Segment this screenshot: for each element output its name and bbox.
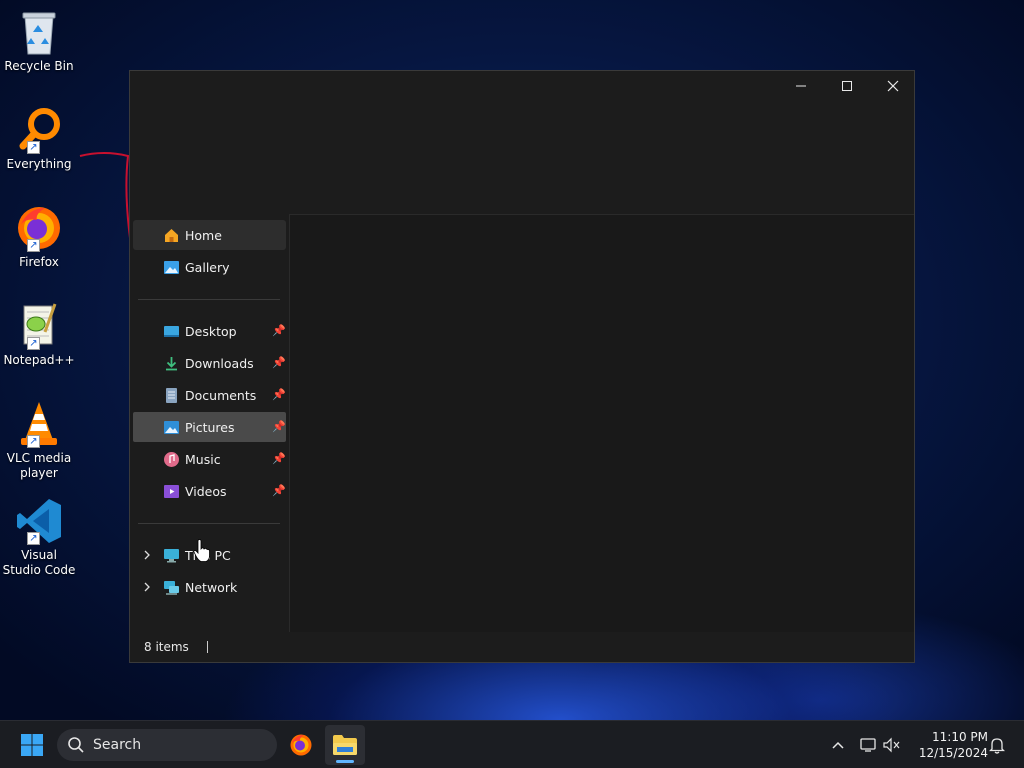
nav-item-documents[interactable]: Documents 📌	[133, 380, 286, 410]
bell-icon	[989, 738, 1005, 754]
close-button[interactable]	[870, 71, 916, 101]
desktop-folder-icon	[164, 326, 179, 337]
pin-icon[interactable]: 📌	[272, 324, 286, 338]
desktop-icon-recycle-bin[interactable]: Recycle Bin	[2, 8, 76, 74]
nav-separator	[138, 299, 280, 300]
file-explorer-window: Home Gallery Desktop 📌 Downloads 📌 Docum…	[129, 70, 915, 663]
desktop-icon-vscode[interactable]: ↗ Visual Studio Code	[2, 497, 76, 578]
desktop-icon-firefox[interactable]: ↗ Firefox	[2, 204, 76, 270]
shortcut-arrow-icon: ↗	[27, 337, 40, 350]
home-icon	[165, 229, 178, 242]
windows-logo-icon	[21, 734, 43, 756]
document-icon	[166, 388, 177, 403]
taskbar: Search 11:10 PM 12/15/2024	[0, 720, 1024, 768]
pin-icon[interactable]: 📌	[272, 388, 286, 402]
network-volume-tray[interactable]	[856, 725, 906, 765]
close-icon	[887, 80, 899, 92]
firefox-icon	[290, 734, 312, 756]
title-bar[interactable]	[130, 71, 914, 101]
chevron-up-icon	[832, 741, 844, 749]
minimize-icon	[796, 85, 806, 87]
search-icon	[68, 737, 84, 753]
minimize-button[interactable]	[778, 71, 824, 101]
nav-item-desktop[interactable]: Desktop 📌	[133, 316, 286, 346]
pictures-icon	[164, 421, 179, 434]
nav-item-home[interactable]: Home	[133, 220, 286, 250]
recycle-bin-icon	[15, 8, 63, 56]
red-annotation-stroke	[79, 152, 131, 239]
toolbar-area	[130, 101, 914, 213]
status-divider	[206, 641, 208, 653]
active-app-indicator	[336, 760, 354, 763]
desktop-icon-notepad-plus-plus[interactable]: ↗ Notepad++	[2, 302, 76, 368]
notifications-button[interactable]	[986, 725, 1008, 765]
show-hidden-icons-button[interactable]	[826, 725, 850, 765]
network-icon	[164, 581, 179, 595]
pin-icon[interactable]: 📌	[272, 484, 286, 498]
nav-separator	[138, 523, 280, 524]
taskbar-file-explorer-button[interactable]	[325, 725, 365, 765]
videos-icon	[164, 485, 179, 498]
status-bar: 8 items	[130, 632, 914, 662]
shortcut-arrow-icon: ↗	[27, 532, 40, 545]
download-icon	[166, 357, 177, 371]
everything-icon: ↗	[15, 106, 63, 154]
desktop-icon-everything[interactable]: ↗ Everything	[2, 106, 76, 172]
pin-icon[interactable]: 📌	[272, 452, 286, 466]
computer-icon	[164, 549, 179, 563]
chevron-right-icon[interactable]	[141, 580, 153, 594]
chevron-right-icon[interactable]	[141, 548, 153, 562]
taskbar-firefox-button[interactable]	[282, 725, 320, 765]
nav-item-music[interactable]: Music 📌	[133, 444, 286, 474]
system-clock[interactable]: 11:10 PM 12/15/2024	[912, 729, 988, 761]
nav-item-downloads[interactable]: Downloads 📌	[133, 348, 286, 378]
item-count: 8 items	[144, 640, 189, 654]
clock-time: 11:10 PM	[932, 730, 988, 744]
shortcut-arrow-icon: ↗	[27, 141, 40, 154]
taskbar-search-box[interactable]: Search	[57, 729, 277, 761]
gallery-icon	[164, 261, 179, 274]
search-placeholder: Search	[93, 737, 142, 753]
music-icon	[164, 452, 179, 467]
start-button[interactable]	[12, 725, 52, 765]
firefox-icon: ↗	[15, 204, 63, 252]
folder-icon	[333, 735, 357, 755]
vscode-icon: ↗	[15, 497, 63, 545]
notepad-plus-plus-icon: ↗	[15, 302, 63, 350]
file-list-area[interactable]	[290, 214, 914, 632]
nav-item-pictures[interactable]: Pictures 📌	[133, 412, 286, 442]
maximize-icon	[842, 81, 852, 91]
pin-icon[interactable]: 📌	[272, 420, 286, 434]
clock-date: 12/15/2024	[918, 746, 988, 760]
hand-cursor-icon	[193, 539, 210, 562]
shortcut-arrow-icon: ↗	[27, 435, 40, 448]
volume-muted-icon	[883, 737, 900, 753]
pin-icon[interactable]: 📌	[272, 356, 286, 370]
nav-item-network[interactable]: Network	[133, 572, 286, 602]
nav-item-gallery[interactable]: Gallery	[133, 252, 286, 282]
network-status-icon	[860, 738, 876, 752]
desktop-icon-vlc[interactable]: ↗ VLC media player	[2, 400, 76, 481]
maximize-button[interactable]	[824, 71, 870, 101]
vlc-icon: ↗	[15, 400, 63, 448]
navigation-pane[interactable]: Home Gallery Desktop 📌 Downloads 📌 Docum…	[130, 214, 290, 632]
nav-item-videos[interactable]: Videos 📌	[133, 476, 286, 506]
shortcut-arrow-icon: ↗	[27, 239, 40, 252]
